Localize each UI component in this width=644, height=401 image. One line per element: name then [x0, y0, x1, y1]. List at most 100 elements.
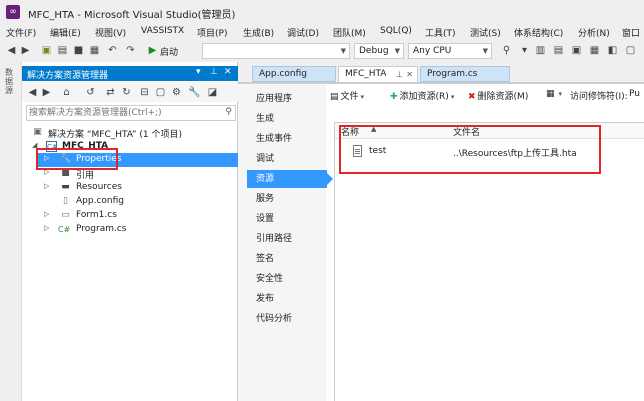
solution-search-box[interactable]: ⚲ [26, 105, 236, 121]
class-view-icon[interactable]: ▦ [588, 44, 601, 57]
object-browser-icon[interactable]: ◧ [606, 44, 619, 57]
config-value: Debug [359, 46, 389, 56]
properties-icon[interactable]: ⚙ [170, 86, 183, 99]
menu-view[interactable]: 视图(V) [95, 26, 126, 39]
main-toolbar: ◀ ▶ ▣ ▤ ■ ▦ ↶ ↷ ▶ 启动 ▼ Debug ▼ Any CPU ▼ ⚲… [0, 40, 644, 62]
nav-settings[interactable]: 设置 [247, 210, 327, 228]
window-title: MFC_HTA - Microsoft Visual Studio(管理员) [28, 10, 236, 21]
access-modifier-value[interactable]: Pu [629, 89, 640, 99]
forward-icon[interactable]: ▶ [40, 86, 53, 99]
menu-file[interactable]: 文件(F) [6, 26, 36, 39]
view-code-icon[interactable]: ◪ [206, 86, 219, 99]
tab-program-cs[interactable]: Program.cs [420, 66, 510, 82]
add-resource-dropdown[interactable]: ✚ 添加资源(R) ▾ [390, 89, 454, 102]
annotation-highlight-box [36, 148, 118, 170]
toolbox-icon[interactable]: ▣ [570, 44, 583, 57]
nav-code-analysis[interactable]: 代码分析 [247, 310, 327, 328]
refresh-icon[interactable]: ↻ [120, 86, 133, 99]
dropdown-icon[interactable]: ▾ [196, 67, 201, 77]
platform-combo[interactable]: Any CPU ▼ [408, 43, 492, 59]
menu-debug[interactable]: 调试(D) [287, 26, 319, 39]
menu-build[interactable]: 生成(B) [243, 26, 274, 39]
nav-debug[interactable]: 调试 [247, 150, 327, 168]
pin-icon[interactable]: ⊥ [396, 67, 403, 82]
undo-icon[interactable]: ↶ [106, 44, 119, 57]
tree-item-solution[interactable]: ▣ 解决方案 “MFC_HTA” (1 个项目) [22, 126, 238, 140]
menu-window[interactable]: 窗口 [622, 26, 640, 39]
view-dropdown[interactable]: ▦ ▾ [546, 89, 562, 99]
tab-app-config[interactable]: App.config [252, 66, 336, 82]
menu-test[interactable]: 测试(S) [470, 26, 501, 39]
nav-build[interactable]: 生成 [247, 110, 327, 128]
expand-arrow-icon[interactable]: ▷ [44, 182, 49, 190]
add-resource-label: 添加资源(R) [399, 92, 449, 102]
close-icon[interactable]: ✕ [224, 67, 232, 77]
back-icon[interactable]: ◀ [5, 44, 18, 57]
tree-item-app-config[interactable]: ▯ App.config [22, 195, 238, 209]
history-icon[interactable]: ↺ [84, 86, 97, 99]
menu-analyze[interactable]: 分析(N) [578, 26, 610, 39]
nav-build-events[interactable]: 生成事件 [247, 130, 327, 148]
nav-security[interactable]: 安全性 [247, 270, 327, 288]
collapse-all-icon[interactable]: ⊟ [138, 86, 151, 99]
search-icon[interactable]: ⚲ [225, 107, 232, 117]
menu-sql[interactable]: SQL(Q) [380, 26, 412, 36]
expand-arrow-icon[interactable]: ▷ [44, 210, 49, 218]
nav-resources[interactable]: 资源 [247, 170, 333, 188]
close-icon[interactable]: ✕ [406, 67, 413, 82]
start-icon[interactable]: ▶ [146, 44, 159, 57]
nav-application[interactable]: 应用程序 [247, 90, 327, 108]
menu-architecture[interactable]: 体系结构(C) [514, 26, 563, 39]
redo-icon[interactable]: ↷ [124, 44, 137, 57]
tree-item-program[interactable]: ▷ C# Program.cs [22, 223, 238, 237]
config-combo[interactable]: Debug ▼ [354, 43, 404, 59]
dropdown-icon[interactable]: ▾ [518, 44, 531, 57]
tree-item-label: 解决方案 “MFC_HTA” (1 个项目) [48, 130, 182, 140]
show-all-files-icon[interactable]: ▢ [154, 86, 167, 99]
expand-arrow-icon[interactable]: ▷ [44, 224, 49, 232]
chevron-down-icon: ▼ [394, 47, 400, 55]
tree-item-label: App.config [76, 196, 124, 206]
file-dropdown[interactable]: ▤ 文件 ▾ [330, 89, 364, 102]
save-all-icon[interactable]: ▦ [88, 44, 101, 57]
extensions-icon[interactable]: ▢ [624, 44, 637, 57]
properties-icon[interactable]: ▤ [552, 44, 565, 57]
nav-reference-paths[interactable]: 引用路径 [247, 230, 327, 248]
remove-resource-label: 删除资源(M) [477, 92, 529, 102]
menu-edit[interactable]: 编辑(E) [50, 26, 81, 39]
wrench-icon[interactable]: 🔧 [188, 86, 201, 99]
nav-signing[interactable]: 签名 [247, 250, 327, 268]
tree-item-label: Form1.cs [76, 210, 117, 220]
nav-publish[interactable]: 发布 [247, 290, 327, 308]
pin-icon[interactable]: ⊥ [210, 67, 218, 77]
menu-tools[interactable]: 工具(T) [425, 26, 456, 39]
sync-icon[interactable]: ⇄ [104, 86, 117, 99]
folder-icon: ▬ [61, 182, 70, 192]
csharp-file-icon: C# [58, 225, 71, 234]
open-file-icon[interactable]: ▤ [56, 44, 69, 57]
menu-team[interactable]: 团队(M) [333, 26, 366, 39]
visual-studio-logo-icon: ∞ [6, 5, 20, 19]
remove-resource-button[interactable]: ✖ 删除资源(M) [468, 89, 528, 102]
solution-explorer-icon[interactable]: ▥ [534, 44, 547, 57]
start-button[interactable]: 启动 [160, 45, 178, 58]
menu-vassistx[interactable]: VASSISTX [141, 26, 184, 36]
tree-item-form1[interactable]: ▷ ▭ Form1.cs [22, 209, 238, 223]
left-tool-strip: 数据源 [0, 62, 22, 401]
home-icon[interactable]: ⌂ [60, 86, 73, 99]
solution-explorer-toolbar: ◀ ▶ ⌂ ↺ ⇄ ↻ ⊟ ▢ ⚙ 🔧 ◪ [22, 82, 238, 102]
tree-item-resources[interactable]: ▷ ▬ Resources [22, 181, 238, 195]
chevron-down-icon: ▾ [558, 90, 563, 98]
menu-project[interactable]: 项目(P) [197, 26, 227, 39]
tab-mfc-hta[interactable]: MFC_HTA ⊥ ✕ [338, 66, 418, 82]
title-bar: ∞ MFC_HTA - Microsoft Visual Studio(管理员) [0, 0, 644, 24]
save-icon[interactable]: ■ [72, 44, 85, 57]
forward-icon[interactable]: ▶ [19, 44, 32, 57]
nav-services[interactable]: 服务 [247, 190, 327, 208]
find-icon[interactable]: ⚲ [500, 44, 513, 57]
target-combo[interactable]: ▼ [202, 43, 350, 59]
back-icon[interactable]: ◀ [26, 86, 39, 99]
data-sources-tab[interactable]: 数据源 [5, 68, 15, 95]
solution-search-input[interactable] [27, 106, 217, 120]
new-project-icon[interactable]: ▣ [40, 44, 53, 57]
